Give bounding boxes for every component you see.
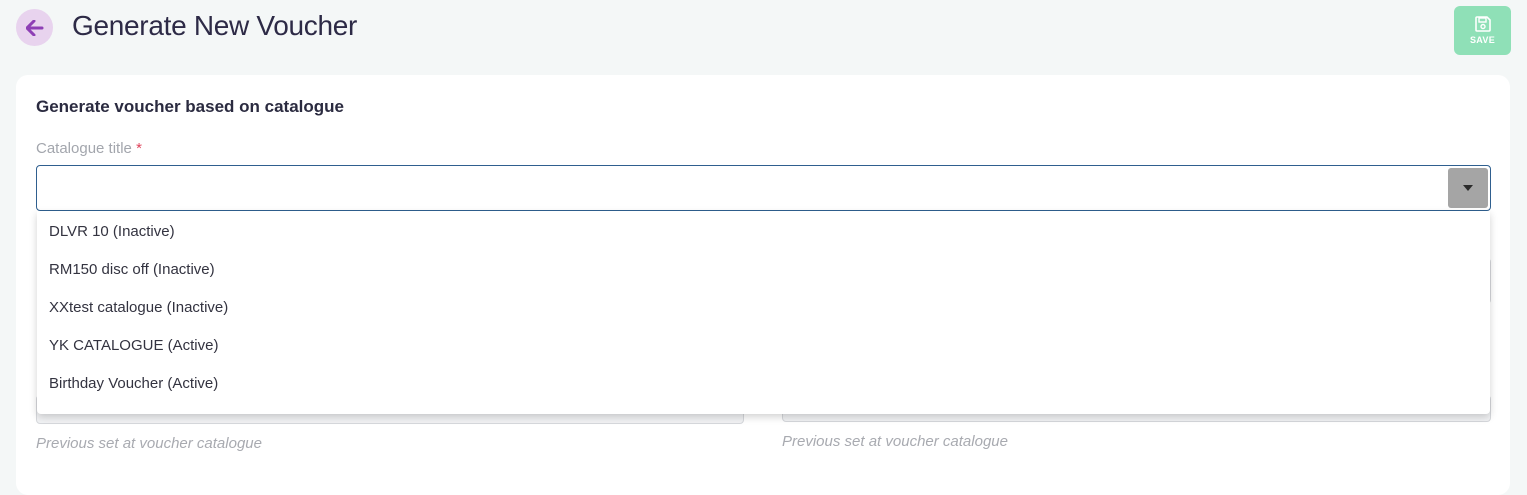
save-button[interactable]: SAVE	[1454, 6, 1511, 55]
hint-text-right: Previous set at voucher catalogue	[782, 433, 1008, 450]
catalogue-dropdown-list: DLVR 10 (Inactive) RM150 disc off (Inact…	[37, 211, 1490, 414]
back-button[interactable]	[16, 9, 53, 46]
dropdown-toggle[interactable]	[1448, 168, 1488, 208]
page-header: Generate New Voucher SAVE	[0, 0, 1527, 60]
section-title: Generate voucher based on catalogue	[36, 97, 344, 116]
save-label: SAVE	[1469, 35, 1496, 45]
hint-text-left: Previous set at voucher catalogue	[36, 435, 262, 452]
dropdown-option[interactable]: Birthday Voucher (Active)	[37, 364, 1490, 402]
catalogue-title-label: Catalogue title *	[36, 140, 142, 157]
caret-down-icon	[1463, 185, 1473, 191]
catalogue-title-select[interactable]	[36, 165, 1491, 211]
floppy-disk-icon	[1474, 16, 1491, 32]
catalogue-title-label-text: Catalogue title	[36, 140, 132, 157]
dropdown-option[interactable]: RM150 disc off (Inactive)	[37, 250, 1490, 288]
dropdown-option[interactable]: YK CATALOGUE (Active)	[37, 326, 1490, 364]
dropdown-option[interactable]: XXtest catalogue (Inactive)	[37, 288, 1490, 326]
dropdown-option[interactable]: DLVR 10 (Inactive)	[37, 212, 1490, 250]
required-mark: *	[136, 140, 142, 157]
arrow-left-icon	[25, 19, 43, 36]
page-title: Generate New Voucher	[72, 10, 358, 41]
